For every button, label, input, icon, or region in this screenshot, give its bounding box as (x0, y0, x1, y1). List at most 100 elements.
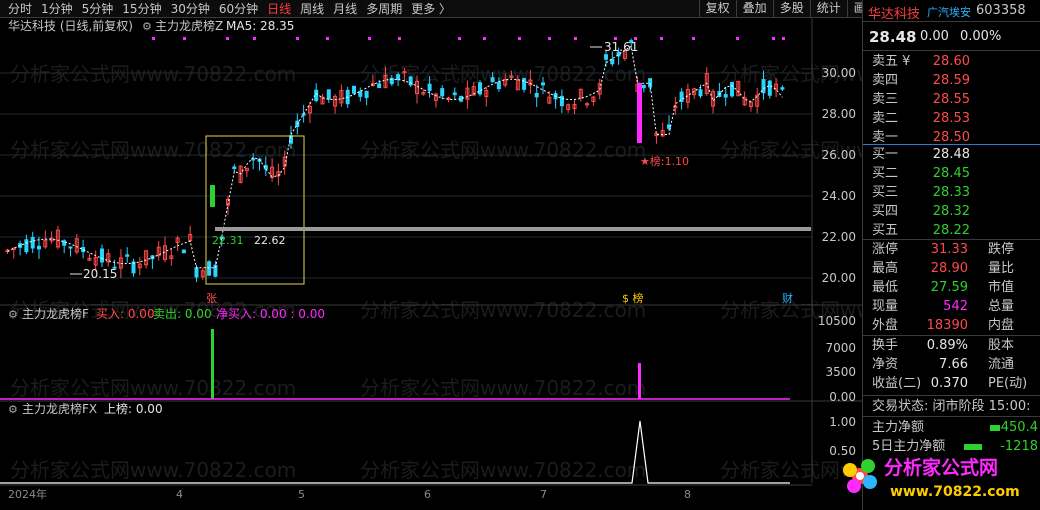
stock-header: 华达科技 (日线,前复权) (8, 18, 133, 33)
signal-dot (253, 37, 256, 40)
toolbar-button[interactable]: 统计 (809, 0, 847, 17)
quote-sub-concept[interactable]: 广汽埃安 (927, 4, 971, 20)
signal-dot (226, 37, 229, 40)
candle-body (730, 82, 734, 97)
candle-body (452, 92, 457, 96)
quote-row-price: 28.48 (932, 147, 970, 162)
stat-row: 换手 0.89% 股本 (872, 336, 1038, 355)
date-tick: 8 (684, 488, 691, 501)
volume-bar-magenta (638, 363, 641, 399)
candle-body (604, 54, 608, 60)
period-tab[interactable]: 60分钟 (219, 0, 258, 17)
stat-value: 0.89% (926, 338, 968, 353)
stat-label: 收益(二) (872, 376, 922, 391)
indicator-name: 主力龙虎榜Z (155, 18, 223, 33)
panel3-name: 主力龙虎榜FX (22, 401, 97, 416)
stat-label-2: 市值 (988, 280, 1015, 295)
panel2-name: 主力龙虎榜F (22, 306, 89, 321)
stat-label: 外盘 (872, 318, 899, 333)
bid-row[interactable]: 买一 28.48 (872, 145, 1032, 164)
brand-url: www.70822.com (890, 484, 1020, 500)
panel2-gear-icon[interactable]: ⚙ (8, 308, 18, 321)
candle-body (698, 89, 703, 97)
flow-row: 主力净额 -450.4 (872, 418, 1038, 437)
period-tab[interactable]: 周线 (300, 0, 324, 17)
watermark-text: 分析家公式网www.70822.com (360, 458, 646, 482)
support-band (215, 227, 811, 231)
quote-price: 28.48 (869, 28, 917, 46)
stat-label-2: 跌停 (988, 242, 1015, 257)
candle-body (68, 246, 73, 249)
stat-label-2: 内盘 (988, 318, 1015, 333)
candle-body (496, 81, 501, 90)
candle-body (24, 239, 29, 253)
bid-row[interactable]: 买二 28.45 (872, 164, 1032, 183)
watermark-text: 分析家公式网www.70822.com (10, 458, 296, 482)
candle-body (301, 113, 306, 116)
period-tab[interactable]: 5分钟 (82, 0, 114, 17)
ma-label: MA5: 28.35 (226, 19, 294, 33)
bid-row[interactable]: 买四 28.32 (872, 202, 1032, 221)
cai-marker[interactable]: 财 (782, 291, 793, 305)
bang-marker[interactable]: $ 榜 (622, 291, 644, 305)
signal-dot (660, 37, 663, 40)
bid-row[interactable]: 买五 28.22 (872, 221, 1032, 240)
quote-row-label: 买五 (872, 223, 899, 238)
price-tick: 26.00 (822, 148, 856, 162)
quote-row-label: 卖四 (872, 73, 899, 88)
candle-body (131, 261, 136, 274)
quote-stock-code: 603358 (976, 3, 1026, 18)
ask-row[interactable]: 卖五 ¥ 28.60 (872, 52, 1032, 71)
quote-row-price: 28.45 (932, 166, 970, 181)
toolbar-button[interactable]: 叠加 (735, 0, 773, 17)
period-tab[interactable]: 更多 〉 (411, 0, 451, 17)
candle-body (648, 78, 653, 88)
stat-label-2: 股本 (988, 338, 1015, 353)
gear-icon[interactable]: ⚙ (142, 20, 152, 33)
quote-row-label: 卖五 ¥ (872, 54, 911, 69)
period-tab[interactable]: 日线 (267, 0, 291, 17)
quote-row-label: 卖二 (872, 111, 899, 126)
ask-row[interactable]: 卖二 28.53 (872, 109, 1032, 128)
stat-value: 31.33 (930, 242, 968, 257)
volume-tick: 0.00 (829, 390, 856, 404)
signal-dot (692, 37, 695, 40)
quote-row-price: 28.22 (932, 223, 970, 238)
period-tab[interactable]: 分时 (8, 0, 32, 17)
candle-body (396, 74, 401, 81)
candle-body (194, 267, 199, 278)
ask-row[interactable]: 卖三 28.55 (872, 90, 1032, 109)
stat-row: 涨停 31.33 跌停 (872, 240, 1038, 259)
volume-tick: 7000 (825, 341, 856, 355)
stat-label: 最高 (872, 261, 899, 276)
panel3-gear-icon[interactable]: ⚙ (8, 403, 18, 416)
chart-area[interactable]: 分析家公式网www.70822.com 分析家公式网www.70822.com 分析… (0, 17, 1006, 503)
date-tick: 5 (298, 488, 305, 501)
period-tab[interactable]: 多周期 (366, 0, 402, 17)
zhang-marker[interactable]: 张 (206, 292, 217, 305)
kline-chart[interactable]: 分析家公式网www.70822.com 分析家公式网www.70822.com 分析… (0, 17, 1006, 503)
period-tab[interactable]: 30分钟 (171, 0, 210, 17)
stat-label: 现量 (872, 299, 899, 314)
bang-label: ★榜:1.10 (640, 154, 689, 168)
candle-body (478, 82, 482, 95)
bid-row[interactable]: 买三 28.33 (872, 183, 1032, 202)
quote-row-label: 买四 (872, 204, 899, 219)
quote-stock-name[interactable]: 华达科技 (868, 3, 920, 22)
stat-row: 外盘 18390 内盘 (872, 316, 1038, 335)
volume-bar-green (211, 329, 214, 399)
period-tab[interactable]: 1分钟 (41, 0, 73, 17)
stat-row: 收益(二) 0.370 PE(动) (872, 374, 1038, 393)
ask-row[interactable]: 卖四 28.59 (872, 71, 1032, 90)
quote-change: 0.00 (920, 29, 949, 44)
watermark-text: 分析家公式网www.70822.com (360, 298, 646, 322)
watermark-text: 分析家公式网www.70822.com (360, 376, 646, 400)
signal-dot (548, 37, 551, 40)
signal-dot (518, 37, 521, 40)
period-tab[interactable]: 月线 (333, 0, 357, 17)
toolbar-button[interactable]: 复权 (698, 0, 736, 17)
period-tab[interactable]: 15分钟 (122, 0, 161, 17)
signal-dot (574, 37, 577, 40)
candle-body (440, 88, 445, 97)
toolbar-button[interactable]: 多股 (772, 0, 810, 17)
